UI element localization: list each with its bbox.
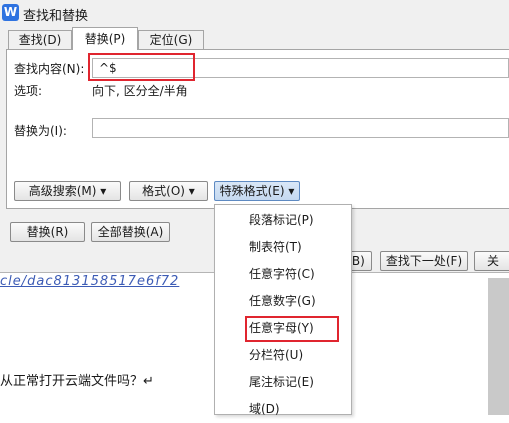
options-value: 向下, 区分全/半角 — [92, 84, 188, 98]
document-question-text: 从正常打开云端文件吗？↵ — [0, 374, 154, 389]
replace-with-label: 替换为(I): — [14, 124, 67, 138]
document-page-gutter — [488, 278, 509, 415]
format-button[interactable]: 格式(O) ▾ — [129, 181, 208, 201]
dialog-titlebar[interactable]: W 查找和替换 — [0, 0, 509, 26]
document-link-text[interactable]: cle/dac813158517e6f72 — [0, 274, 179, 289]
replace-with-input[interactable] — [92, 118, 509, 138]
menu-item-any-character[interactable]: 任意字符(C) — [215, 261, 351, 288]
options-label: 选项: — [14, 84, 43, 98]
advanced-search-button[interactable]: 高级搜索(M) ▾ — [14, 181, 121, 201]
find-what-label: 查找内容(N): — [14, 62, 85, 76]
special-format-button[interactable]: 特殊格式(E) ▾ — [214, 181, 300, 201]
menu-item-field[interactable]: 域(D) — [215, 396, 351, 416]
menu-item-tab-char[interactable]: 制表符(T) — [215, 234, 351, 261]
menu-item-paragraph-mark[interactable]: 段落标记(P) — [215, 207, 351, 234]
menu-item-endnote-mark[interactable]: 尾注标记(E) — [215, 369, 351, 396]
any-letter-highlight-box — [245, 316, 339, 342]
dialog-title: 查找和替换 — [23, 9, 89, 24]
replace-all-button[interactable]: 全部替换(A) — [91, 222, 170, 242]
special-format-menu: 段落标记(P) 制表符(T) 任意字符(C) 任意数字(G) 任意字母(Y) 分… — [214, 204, 352, 416]
close-button[interactable]: 关 — [474, 251, 509, 271]
menu-item-any-digit[interactable]: 任意数字(G) — [215, 288, 351, 315]
find-next-button[interactable]: 查找下一处(F) — [380, 251, 468, 271]
replace-button[interactable]: 替换(R) — [10, 222, 85, 242]
menu-item-column-break[interactable]: 分栏符(U) — [215, 342, 351, 369]
tab-goto[interactable]: 定位(G) — [138, 30, 204, 49]
tab-replace[interactable]: 替换(P) — [72, 27, 138, 50]
find-input-highlight-box — [88, 53, 195, 81]
wps-app-icon: W — [2, 4, 19, 21]
tab-find[interactable]: 查找(D) — [8, 30, 72, 49]
